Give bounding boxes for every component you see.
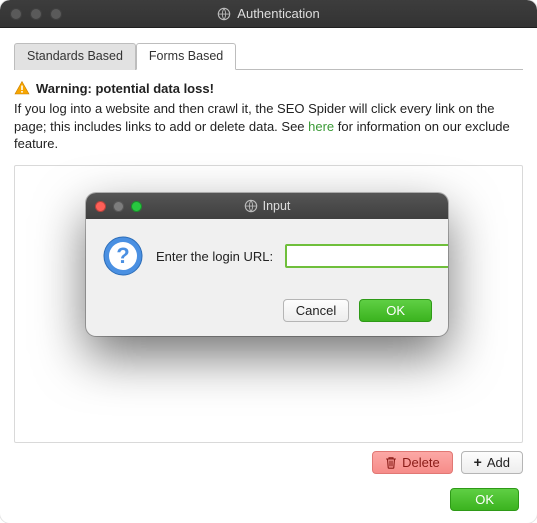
plus-icon: + — [474, 455, 482, 469]
dialog-title: Input — [263, 199, 291, 213]
dialog-input-row: ? Enter the login URL: — [102, 235, 432, 277]
add-label: Add — [487, 455, 510, 470]
close-icon[interactable] — [95, 201, 106, 212]
minimize-icon[interactable] — [30, 8, 42, 20]
close-icon[interactable] — [10, 8, 22, 20]
titlebar: Authentication — [0, 0, 537, 28]
cancel-button[interactable]: Cancel — [283, 299, 349, 322]
dialog-body: ? Enter the login URL: Cancel OK — [86, 219, 448, 336]
tab-standards-based[interactable]: Standards Based — [14, 43, 136, 70]
footer: OK — [450, 488, 519, 511]
dialog-ok-button[interactable]: OK — [359, 299, 432, 322]
dialog-buttons: Cancel OK — [102, 299, 432, 322]
dialog-window-controls — [95, 201, 142, 212]
ok-button[interactable]: OK — [450, 488, 519, 511]
delete-label: Delete — [402, 455, 440, 470]
minimize-icon[interactable] — [113, 201, 124, 212]
list-buttons: Delete + Add — [14, 451, 523, 474]
question-icon: ? — [102, 235, 144, 277]
svg-text:?: ? — [116, 243, 129, 268]
dialog-prompt: Enter the login URL: — [156, 249, 273, 264]
zoom-icon[interactable] — [50, 8, 62, 20]
warning-body: If you log into a website and then crawl… — [14, 100, 523, 153]
dialog-titlebar: Input — [86, 193, 448, 219]
zoom-icon[interactable] — [131, 201, 142, 212]
delete-button[interactable]: Delete — [372, 451, 453, 474]
window-title: Authentication — [237, 6, 319, 21]
tabs: Standards Based Forms Based — [14, 42, 523, 70]
warning-icon — [14, 80, 30, 96]
app-icon — [217, 7, 231, 21]
login-url-input[interactable] — [285, 244, 448, 268]
input-dialog: Input ? Enter the login URL: Cancel OK — [86, 193, 448, 336]
warning-heading-row: Warning: potential data loss! — [14, 80, 523, 96]
add-button[interactable]: + Add — [461, 451, 523, 474]
trash-icon — [385, 456, 397, 469]
exclude-link[interactable]: here — [308, 119, 334, 134]
app-icon — [244, 199, 258, 213]
window-controls — [10, 8, 62, 20]
tab-forms-based[interactable]: Forms Based — [136, 43, 236, 70]
warning-heading: Warning: potential data loss! — [36, 81, 214, 96]
authentication-window: Authentication Standards Based Forms Bas… — [0, 0, 537, 523]
